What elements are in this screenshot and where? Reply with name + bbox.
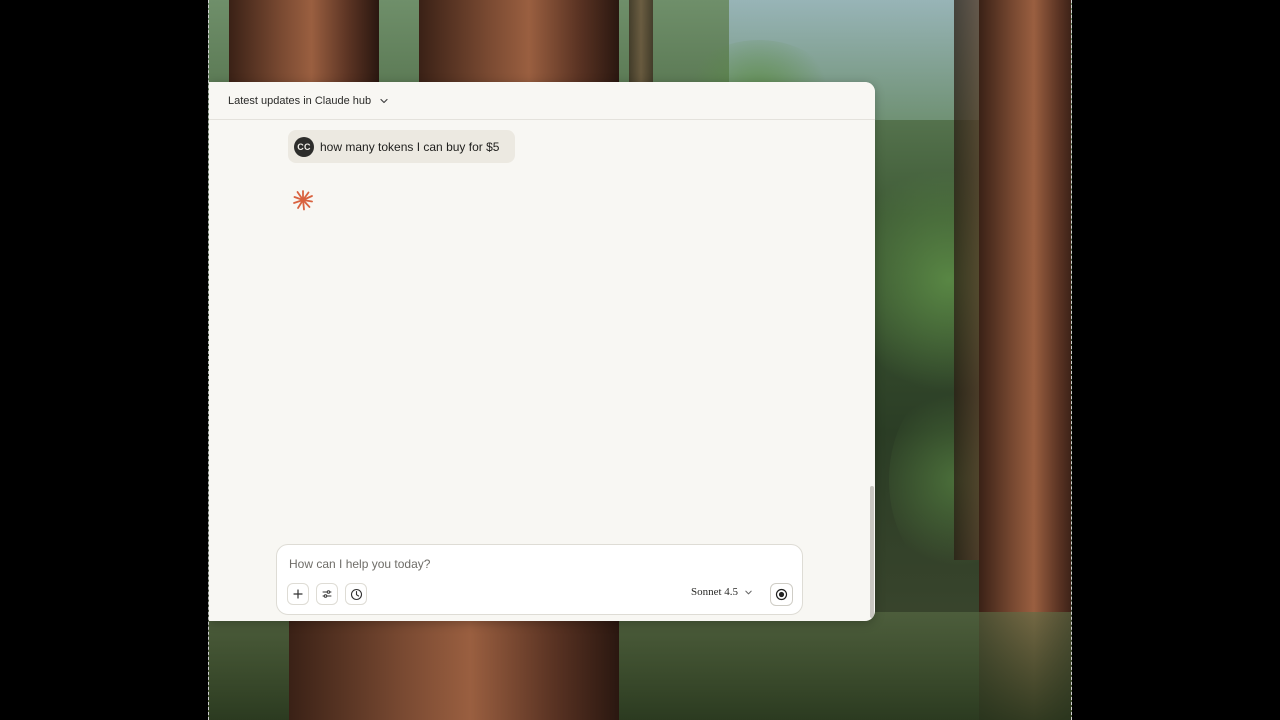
plus-icon — [293, 589, 303, 599]
claude-spark-icon — [293, 190, 313, 211]
claude-app-window: Latest updates in Claude hub CC how many… — [209, 82, 875, 621]
chat-title: Latest updates in Claude hub — [228, 94, 372, 107]
wallpaper-trunk — [289, 610, 619, 720]
chat-header: Latest updates in Claude hub — [209, 82, 875, 120]
model-label: Sonnet 4.5 — [691, 586, 739, 598]
avatar: CC — [294, 136, 314, 157]
tools-button[interactable] — [316, 583, 338, 605]
voice-mode-icon — [775, 588, 788, 601]
user-message-text: how many tokens I can buy for $5 — [320, 139, 500, 154]
chevron-down-icon — [380, 98, 388, 103]
desktop: Latest updates in Claude hub CC how many… — [0, 0, 1280, 720]
clock-icon — [350, 588, 362, 600]
user-message: CC how many tokens I can buy for $5 — [288, 130, 516, 163]
wallpaper-trunk — [629, 0, 653, 90]
scrollbar[interactable] — [870, 486, 874, 618]
history-button[interactable] — [345, 583, 367, 605]
chevron-down-icon — [745, 590, 752, 594]
voice-mode-button[interactable] — [770, 583, 793, 606]
sliders-icon — [322, 590, 332, 598]
message-input[interactable] — [287, 553, 771, 575]
add-attachment-button[interactable] — [287, 583, 309, 605]
model-selector[interactable]: Sonnet 4.5 — [691, 586, 753, 598]
chat-title-menu[interactable]: Latest updates in Claude hub — [228, 95, 389, 107]
message-composer: Sonnet 4.5 — [276, 544, 803, 615]
